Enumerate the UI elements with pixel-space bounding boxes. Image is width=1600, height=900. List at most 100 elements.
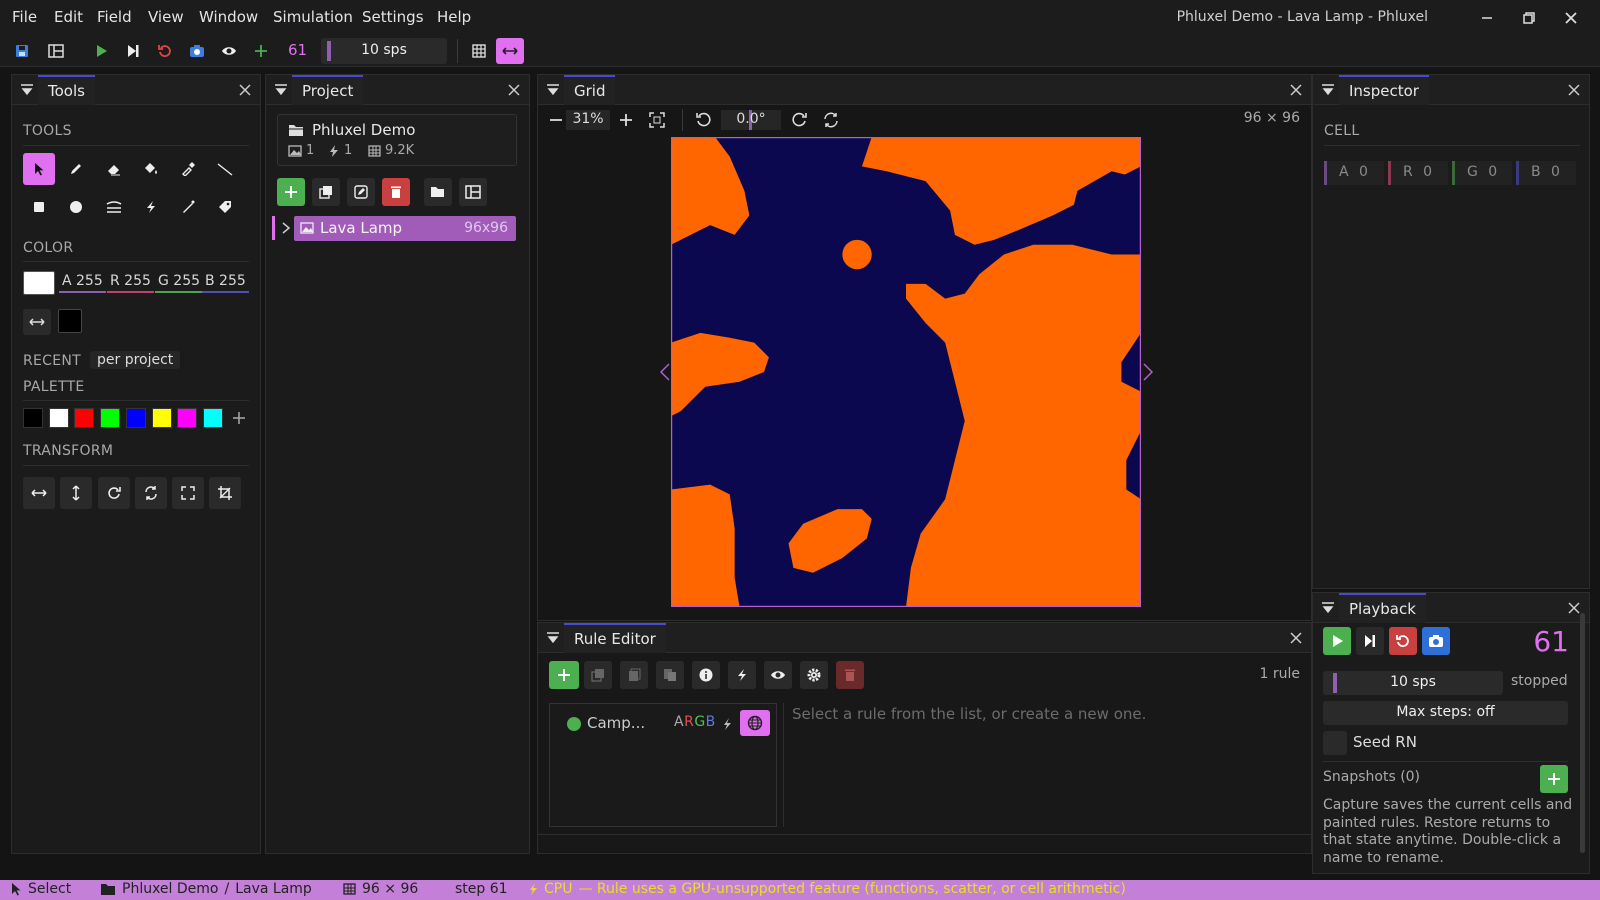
menu-field[interactable]: Field — [97, 8, 132, 26]
panel-menu-icon[interactable] — [546, 83, 560, 97]
scrollbar[interactable] — [1580, 613, 1585, 853]
add-palette-color-icon[interactable] — [229, 408, 249, 428]
layout-icon[interactable] — [45, 40, 67, 62]
palette-swatch[interactable] — [100, 408, 121, 428]
palette-swatch[interactable] — [177, 408, 198, 428]
rotate-left-icon[interactable] — [695, 112, 711, 128]
select-tool[interactable] — [23, 153, 55, 185]
chevron-right-icon[interactable] — [281, 222, 291, 234]
rotate-right-icon[interactable] — [792, 112, 808, 128]
palette-swatch[interactable] — [202, 408, 223, 428]
restore-button[interactable] — [1515, 6, 1543, 30]
lightning-icon[interactable] — [728, 661, 756, 689]
step-button[interactable] — [1356, 627, 1384, 655]
step-icon[interactable] — [122, 40, 144, 62]
grid-icon[interactable] — [468, 40, 490, 62]
tab-grid[interactable]: Grid — [564, 75, 616, 105]
close-icon[interactable] — [1289, 83, 1303, 97]
panel-menu-icon[interactable] — [20, 83, 34, 97]
flip-horizontal-icon[interactable] — [23, 477, 55, 509]
info-icon[interactable] — [692, 661, 720, 689]
save-icon[interactable] — [11, 40, 33, 62]
play-icon[interactable] — [90, 40, 112, 62]
rule-list-item[interactable]: Camp... ARGB — [550, 704, 776, 744]
reset-view-icon[interactable] — [823, 112, 839, 128]
close-icon[interactable] — [1567, 83, 1581, 97]
zoom-in-icon[interactable] — [619, 113, 633, 127]
flip-vertical-icon[interactable] — [60, 477, 92, 509]
secondary-color-swatch[interactable] — [58, 309, 82, 333]
primary-color-swatch[interactable] — [23, 271, 55, 295]
max-steps-button[interactable]: Max steps: off — [1323, 701, 1568, 725]
close-window-button[interactable] — [1557, 6, 1585, 30]
minimize-button[interactable] — [1473, 6, 1501, 30]
tab-inspector[interactable]: Inspector — [1339, 75, 1429, 105]
camera-icon[interactable] — [186, 40, 208, 62]
panel-menu-icon[interactable] — [274, 83, 288, 97]
rename-icon[interactable] — [347, 178, 375, 206]
crop-icon[interactable] — [209, 477, 241, 509]
layout-icon[interactable] — [459, 178, 487, 206]
eye-icon[interactable] — [218, 40, 240, 62]
copy-rule-icon[interactable] — [620, 661, 648, 689]
blue-channel-input[interactable]: B 255 — [202, 271, 249, 293]
duplicate-rule-icon[interactable] — [584, 661, 612, 689]
eye-icon[interactable] — [764, 661, 792, 689]
tab-rule-editor[interactable]: Rule Editor — [564, 623, 666, 653]
rotate-icon[interactable] — [98, 477, 130, 509]
add-snapshot-button[interactable] — [1540, 765, 1568, 793]
rotation-input[interactable]: 0.0° — [721, 110, 781, 130]
brush-tool[interactable] — [172, 191, 204, 223]
menu-edit[interactable]: Edit — [54, 8, 83, 26]
eyedropper-tool[interactable] — [172, 153, 204, 185]
palette-swatch[interactable] — [23, 408, 43, 428]
menu-simulation[interactable]: Simulation — [273, 8, 353, 26]
add-field-button[interactable] — [277, 178, 305, 206]
menu-help[interactable]: Help — [437, 8, 471, 26]
recent-scope-dropdown[interactable]: per project — [90, 351, 181, 369]
alpha-channel-input[interactable]: A 255 — [59, 271, 106, 293]
panel-menu-icon[interactable] — [1321, 83, 1335, 97]
eraser-tool[interactable] — [98, 153, 130, 185]
project-card[interactable]: Phluxel Demo 1 1 9.2K — [277, 114, 517, 166]
open-folder-icon[interactable] — [424, 178, 452, 206]
cycle-icon[interactable] — [135, 477, 167, 509]
menu-view[interactable]: View — [148, 8, 184, 26]
palette-swatch[interactable] — [125, 408, 146, 428]
menu-window[interactable]: Window — [199, 8, 258, 26]
red-channel-input[interactable]: R 255 — [107, 271, 154, 293]
close-icon[interactable] — [1289, 631, 1303, 645]
grid-canvas[interactable] — [671, 137, 1141, 607]
delete-rule-icon[interactable] — [836, 661, 864, 689]
globe-icon[interactable] — [740, 710, 770, 736]
ellipse-tool[interactable] — [60, 191, 92, 223]
reset-icon[interactable] — [154, 40, 176, 62]
tab-tools[interactable]: Tools — [38, 75, 95, 105]
zoom-input[interactable]: 31% — [566, 110, 610, 130]
panel-menu-icon[interactable] — [546, 631, 560, 645]
zoom-out-icon[interactable] — [549, 113, 563, 127]
rectangle-tool[interactable] — [23, 191, 55, 223]
play-button[interactable] — [1323, 627, 1351, 655]
chevron-right-icon[interactable] — [1142, 363, 1154, 381]
menu-settings[interactable]: Settings — [362, 8, 424, 26]
fit-icon[interactable] — [172, 477, 204, 509]
playback-speed-slider[interactable]: 10 sps — [1323, 671, 1503, 695]
palette-swatch[interactable] — [74, 408, 95, 428]
pencil-tool[interactable] — [60, 153, 92, 185]
chevron-left-icon[interactable] — [659, 363, 671, 381]
wrap-toggle-icon[interactable] — [496, 38, 524, 64]
fit-icon[interactable] — [649, 112, 665, 128]
tab-playback[interactable]: Playback — [1339, 593, 1426, 623]
delete-icon[interactable] — [382, 178, 410, 206]
gear-icon[interactable] — [800, 661, 828, 689]
capture-button[interactable] — [1422, 627, 1450, 655]
fill-tool[interactable] — [135, 153, 167, 185]
green-channel-input[interactable]: G 255 — [155, 271, 204, 293]
lightning-tool[interactable] — [135, 191, 167, 223]
swap-colors-icon[interactable] — [23, 309, 51, 335]
menu-file[interactable]: File — [12, 8, 37, 26]
seed-checkbox[interactable] — [1323, 731, 1347, 755]
palette-swatch[interactable] — [151, 408, 172, 428]
paste-rule-icon[interactable] — [656, 661, 684, 689]
